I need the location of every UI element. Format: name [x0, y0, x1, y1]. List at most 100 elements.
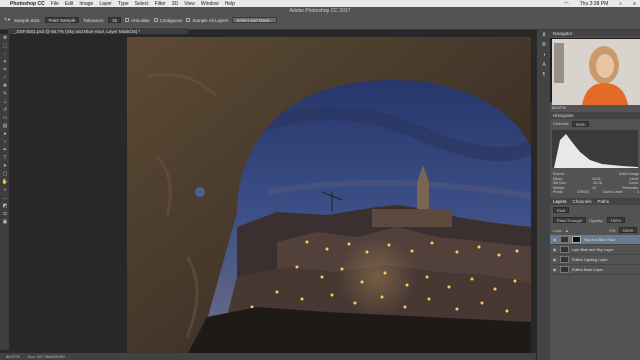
- pen-tool-icon[interactable]: ✒: [0, 146, 10, 154]
- layer-name[interactable]: Late Blue and Sky Layer: [572, 248, 613, 252]
- menu-type[interactable]: Type: [118, 1, 129, 7]
- move-tool-icon[interactable]: ✥: [0, 34, 10, 42]
- color-swatches-icon[interactable]: ◩: [0, 202, 10, 210]
- menu-3d[interactable]: 3D: [172, 1, 178, 7]
- layer-name[interactable]: Edited Lighting Layer: [572, 258, 608, 262]
- menu-file[interactable]: File: [51, 1, 59, 7]
- document-tab[interactable]: _DSF4581.psd @ 66.7% (Sky and Blue Hour,…: [8, 27, 188, 34]
- shape-tool-icon[interactable]: ▢: [0, 170, 10, 178]
- options-row: ✎▾ Sample Size: Point Sample Tolerance: …: [0, 15, 640, 25]
- screen-mode-icon[interactable]: ▣: [0, 218, 10, 226]
- layer-row[interactable]: ◉ Late Blue and Sky Layer: [550, 245, 640, 255]
- zoom-tool-icon[interactable]: ⌕: [0, 186, 10, 194]
- stat-median-value: 43: [592, 185, 596, 190]
- tolerance-input[interactable]: 32: [108, 17, 122, 23]
- path-select-icon[interactable]: ➤: [0, 162, 10, 170]
- channel-select[interactable]: RGB: [572, 121, 589, 127]
- menu-window[interactable]: Window: [201, 1, 219, 7]
- visibility-eye-icon[interactable]: ◉: [552, 257, 557, 262]
- menu-layer[interactable]: Layer: [99, 1, 112, 7]
- history-panel-icon[interactable]: ⧗: [537, 30, 551, 40]
- quick-mask-icon[interactable]: ◘: [0, 210, 10, 218]
- more-tools-icon[interactable]: …: [0, 194, 10, 202]
- channel-label: Channel:: [553, 121, 570, 126]
- layers-panel: Layers Channels Paths Kind Pass Through …: [550, 198, 640, 360]
- dodge-tool-icon[interactable]: ○: [0, 138, 10, 146]
- app-menu[interactable]: Photoshop CC: [10, 1, 45, 7]
- navigator-zoom[interactable]: 66.67%: [552, 105, 566, 110]
- wifi-icon[interactable]: ◠: [564, 1, 568, 7]
- gradient-tool-icon[interactable]: ▤: [0, 122, 10, 130]
- clock[interactable]: Thu 3:38 PM: [580, 1, 609, 7]
- menu-help[interactable]: Help: [225, 1, 235, 7]
- stat-cache-label: Cache Level:: [602, 190, 624, 194]
- layer-row[interactable]: ◉ Sky and Blue Hour: [550, 235, 640, 245]
- paragraph-panel-icon[interactable]: ¶: [537, 70, 551, 80]
- layer-mask-thumbnail[interactable]: [572, 236, 581, 243]
- adjustments-panel-icon[interactable]: ◑: [537, 50, 551, 60]
- layer-row[interactable]: ◉ Edited Lighting Layer: [550, 255, 640, 265]
- layer-name[interactable]: Sky and Blue Hour: [584, 238, 616, 242]
- menu-select[interactable]: Select: [135, 1, 149, 7]
- menu-edit[interactable]: Edit: [65, 1, 74, 7]
- healing-tool-icon[interactable]: ✚: [0, 82, 10, 90]
- document-tab-label: _DSF4581.psd @ 66.7% (Sky and Blue Hour,…: [14, 28, 141, 34]
- lock-label: Lock:: [553, 227, 563, 233]
- fill-input[interactable]: 100%: [618, 227, 637, 233]
- tab-layers[interactable]: Layers: [553, 199, 567, 204]
- menu-view[interactable]: View: [184, 1, 195, 7]
- sample-all-layers-checkbox[interactable]: Sample All Layers: [186, 17, 228, 23]
- hand-tool-icon[interactable]: ✋: [0, 178, 10, 186]
- character-panel-icon[interactable]: A: [537, 60, 551, 70]
- tab-paths[interactable]: Paths: [598, 199, 610, 204]
- navigator-header[interactable]: Navigator: [550, 30, 640, 37]
- layer-thumbnail: [560, 236, 569, 243]
- menu-image[interactable]: Image: [79, 1, 93, 7]
- histogram-graph: [552, 130, 638, 168]
- contiguous-checkbox[interactable]: Contiguous: [153, 17, 183, 23]
- stat-pixels-label: Pixels:: [553, 190, 564, 194]
- type-tool-icon[interactable]: T: [0, 154, 10, 162]
- status-zoom[interactable]: 66.67%: [6, 354, 20, 359]
- histogram-curve: [554, 134, 638, 168]
- tab-channels[interactable]: Channels: [573, 199, 592, 204]
- stamp-tool-icon[interactable]: ⊥: [0, 98, 10, 106]
- sample-size-label: Sample Size:: [14, 17, 41, 23]
- kind-filter-select[interactable]: Kind: [553, 207, 570, 213]
- marquee-tool-icon[interactable]: ⬚: [0, 42, 10, 50]
- status-doc-size: Doc: 207.9M/839.3M: [27, 354, 65, 359]
- layer-row[interactable]: ◉ Edited Base Layer: [550, 265, 640, 275]
- brush-tool-icon[interactable]: ✎: [0, 90, 10, 98]
- blend-row: Pass Through Opacity: 100%: [550, 215, 640, 225]
- histogram-header[interactable]: Histogram: [550, 112, 640, 119]
- lasso-tool-icon[interactable]: ◌: [0, 50, 10, 58]
- anti-alias-checkbox[interactable]: Anti-alias: [125, 17, 150, 23]
- layer-name[interactable]: Edited Base Layer: [572, 268, 603, 272]
- quick-select-tool-icon[interactable]: ✦: [0, 58, 10, 66]
- visibility-eye-icon[interactable]: ◉: [552, 237, 557, 242]
- blur-tool-icon[interactable]: ●: [0, 130, 10, 138]
- sample-size-select[interactable]: Point Sample: [44, 17, 80, 23]
- presenter-video: [552, 39, 640, 105]
- document-image[interactable]: [127, 37, 531, 355]
- lock-icon[interactable]: 🔒︎: [566, 228, 568, 233]
- crop-tool-icon[interactable]: ⌗: [0, 66, 10, 74]
- visibility-eye-icon[interactable]: ◉: [552, 267, 557, 272]
- anti-alias-label: Anti-alias: [131, 17, 150, 23]
- opacity-input[interactable]: 100%: [606, 217, 625, 223]
- properties-panel-icon[interactable]: ≣: [537, 40, 551, 50]
- eraser-tool-icon[interactable]: ▭: [0, 114, 10, 122]
- history-brush-icon[interactable]: ↺: [0, 106, 10, 114]
- select-and-mask-button[interactable]: Select and Mask...: [232, 17, 278, 23]
- menu-filter[interactable]: Filter: [155, 1, 166, 7]
- sample-all-layers-label: Sample All Layers: [192, 17, 229, 23]
- blend-mode-select[interactable]: Pass Through: [553, 217, 586, 223]
- filter-row: Kind: [550, 205, 640, 215]
- visibility-eye-icon[interactable]: ◉: [552, 247, 557, 252]
- eyedropper-tool-icon[interactable]: ⁄: [0, 74, 10, 82]
- contiguous-label: Contiguous: [159, 17, 183, 23]
- layer-thumbnail: [560, 256, 569, 263]
- tool-preset-icon[interactable]: ✎▾: [4, 17, 10, 23]
- menu-list-icon[interactable]: ≡: [633, 1, 636, 7]
- search-icon[interactable]: ⌕: [619, 1, 622, 7]
